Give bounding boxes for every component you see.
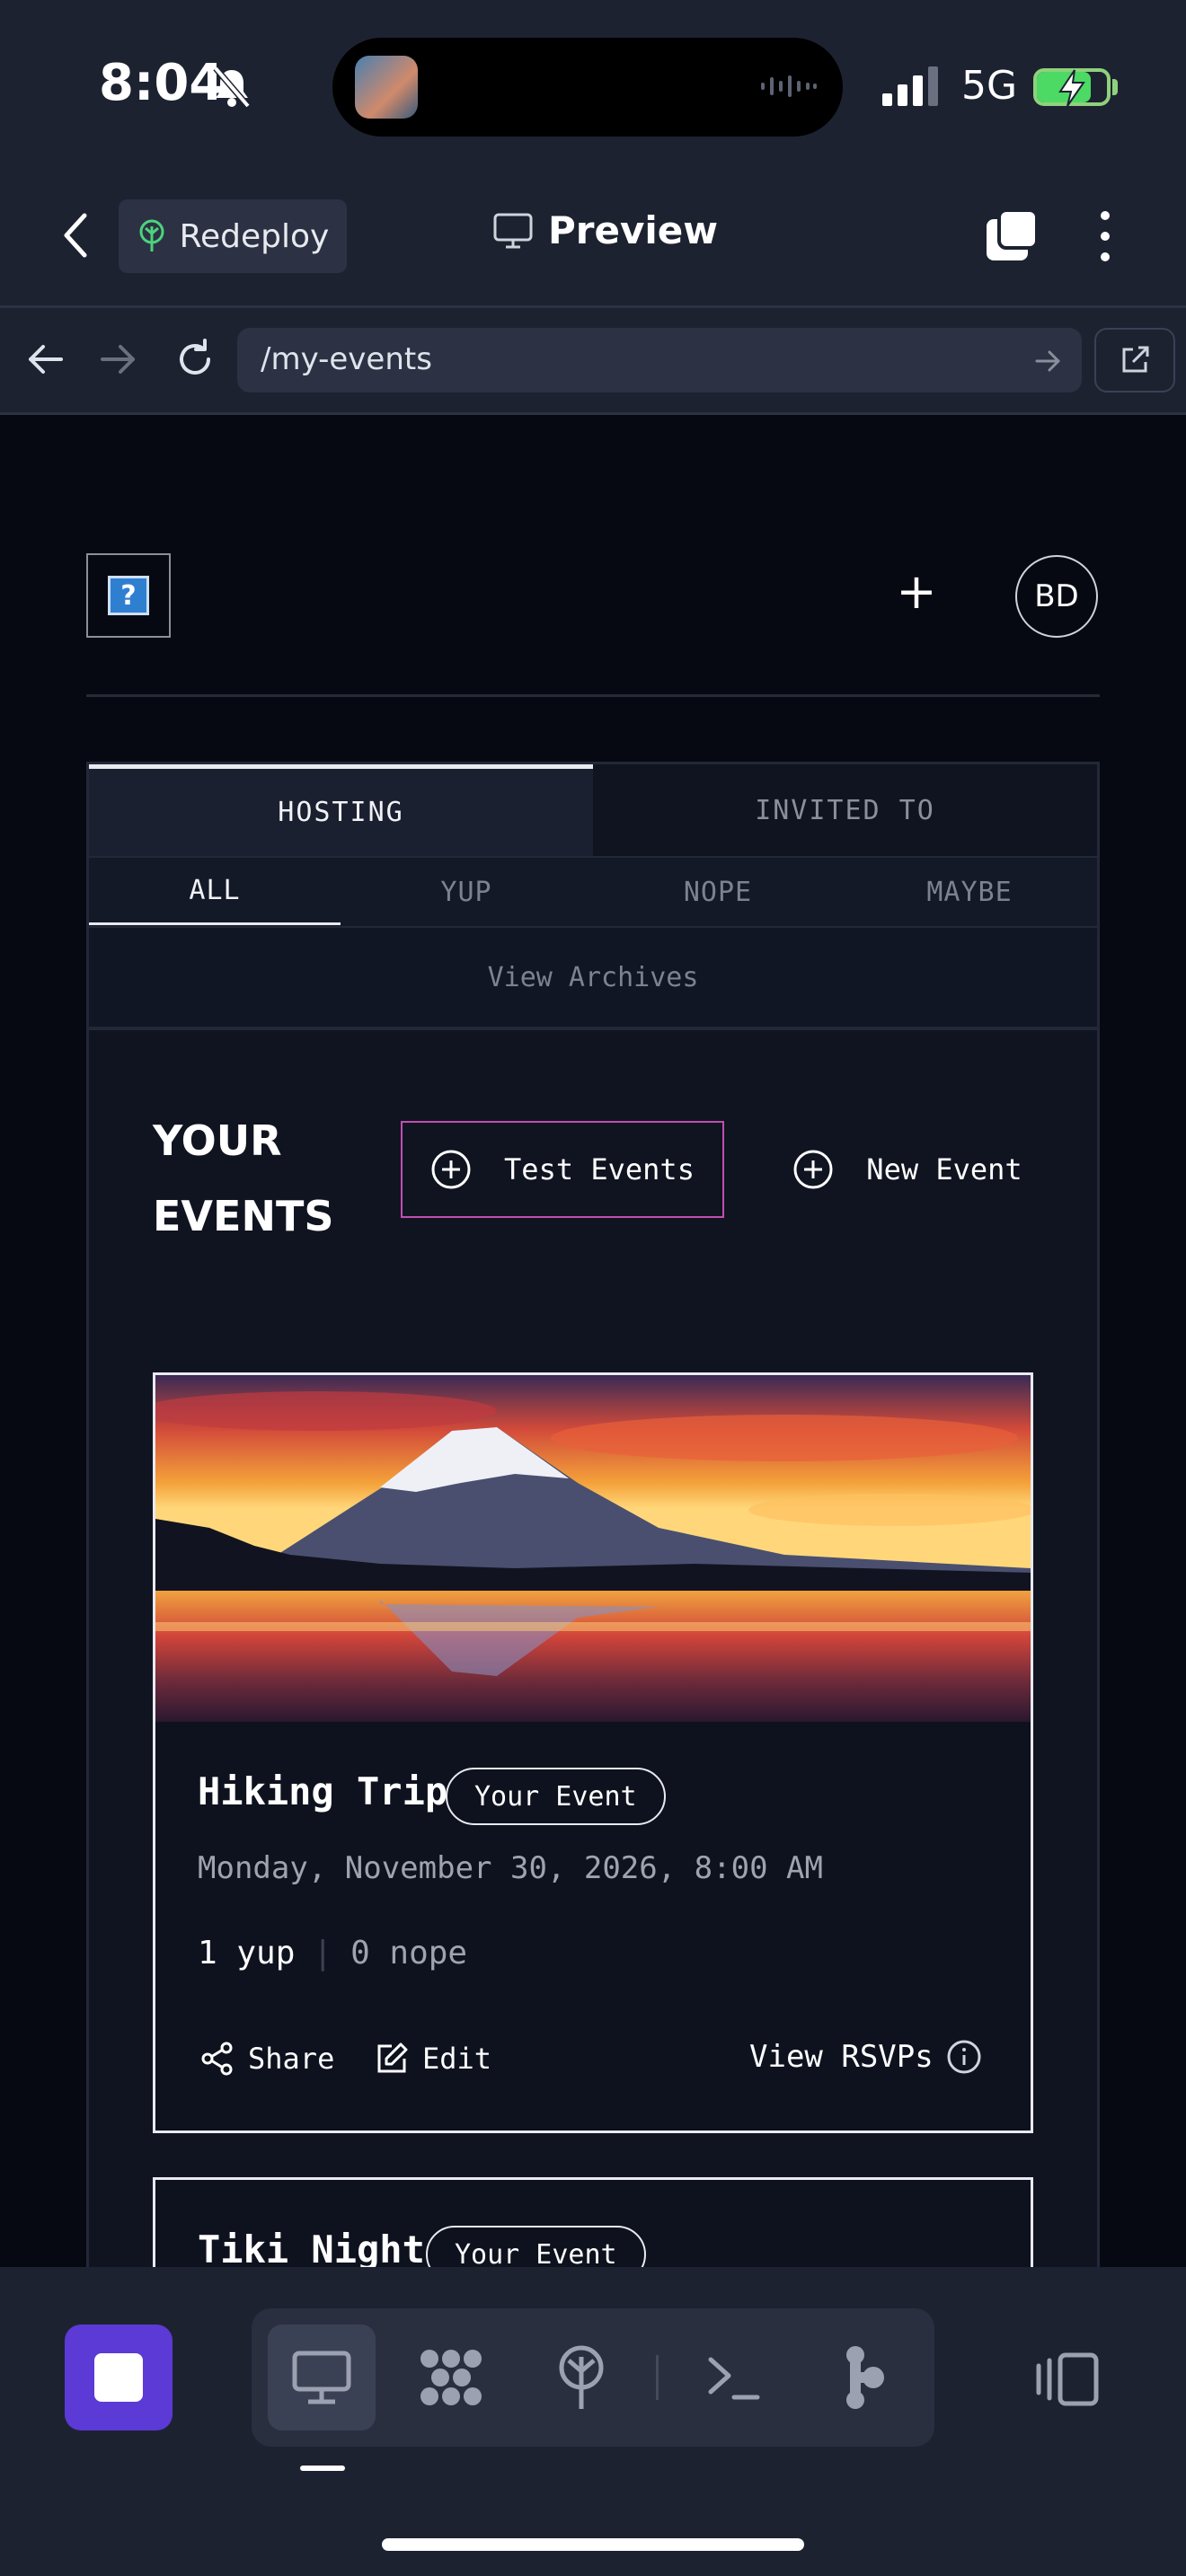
- event-cover-image: [155, 1375, 1031, 1722]
- broken-image-icon: ?: [108, 576, 149, 615]
- grid-icon: [420, 2350, 482, 2405]
- open-external-button[interactable]: [1094, 328, 1175, 393]
- edit-label: Edit: [422, 2042, 492, 2076]
- active-tool-indicator: [300, 2466, 345, 2471]
- header-divider: [86, 694, 1100, 697]
- status-time: 8:04: [99, 54, 225, 112]
- plus-circle-icon: [793, 1150, 833, 1189]
- subtab-maybe[interactable]: MAYBE: [844, 859, 1095, 925]
- desktop-icon: [292, 2351, 351, 2404]
- audio-wave-icon: [761, 75, 817, 97]
- share-label: Share: [248, 2042, 335, 2076]
- edit-icon: [377, 2042, 408, 2073]
- battery-tip: [1112, 79, 1118, 95]
- tabs-icon[interactable]: [983, 208, 1039, 264]
- event-title[interactable]: Hiking Trip: [198, 1769, 447, 1813]
- plus-circle-icon: [431, 1150, 471, 1189]
- subtab-nope[interactable]: NOPE: [592, 859, 844, 925]
- url-text: /my-events: [261, 341, 432, 377]
- heading-line-1: YOUR: [153, 1116, 282, 1165]
- new-event-button[interactable]: New Event: [773, 1121, 1042, 1218]
- add-button[interactable]: +: [890, 563, 943, 620]
- nope-count: 0 nope: [350, 1935, 468, 1972]
- rsvp-separator: |: [313, 1935, 333, 1972]
- view-rsvps-button[interactable]: View RSVPs: [749, 2039, 982, 2075]
- edit-button[interactable]: Edit: [374, 2041, 491, 2077]
- tab-invited-to[interactable]: INVITED TO: [593, 764, 1097, 856]
- share-nodes-icon: [846, 2346, 884, 2409]
- stop-icon: [94, 2353, 143, 2402]
- monitor-icon: [493, 213, 533, 248]
- share-icon: [201, 2042, 233, 2076]
- yup-count: 1 yup: [198, 1935, 296, 1972]
- tool-separator: [656, 2355, 659, 2400]
- layout-icon[interactable]: [1033, 2351, 1100, 2407]
- subtab-yup[interactable]: YUP: [341, 859, 592, 925]
- redeploy-label: Redeploy: [179, 217, 330, 255]
- user-avatar[interactable]: BD: [1015, 555, 1098, 638]
- rsvp-summary: 1 yup | 0 nope: [198, 1935, 467, 1972]
- event-title[interactable]: Tiki Night: [198, 2228, 425, 2272]
- more-vertical-icon[interactable]: [1087, 208, 1123, 264]
- share-button[interactable]: Share: [199, 2041, 334, 2077]
- tab-hosting[interactable]: HOSTING: [89, 764, 593, 856]
- redeploy-button[interactable]: Redeploy: [119, 199, 347, 273]
- arrow-right-icon[interactable]: [99, 340, 138, 379]
- bell-slash-icon: [213, 66, 251, 109]
- deploy-icon: [559, 2345, 604, 2409]
- workspace-tool-button[interactable]: [406, 2325, 496, 2430]
- event-date: Monday, November 30, 2026, 8:00 AM: [198, 1850, 823, 1886]
- terminal-icon: [708, 2357, 760, 2400]
- back-chevron-icon[interactable]: [54, 208, 99, 262]
- test-events-button[interactable]: Test Events: [401, 1121, 724, 1218]
- subtab-all[interactable]: ALL: [89, 859, 341, 925]
- your-events-heading: YOUR EVENTS: [153, 1103, 334, 1254]
- preview-title: Preview: [492, 208, 718, 252]
- new-event-label: New Event: [866, 1152, 1022, 1187]
- info-icon: [947, 2040, 981, 2074]
- open-external-icon: [1122, 346, 1149, 373]
- home-indicator: [382, 2538, 804, 2551]
- site-logo[interactable]: ?: [86, 553, 171, 638]
- network-type: 5G: [961, 63, 1018, 109]
- desktop-tool-button[interactable]: [268, 2325, 376, 2430]
- go-arrow-icon[interactable]: [1033, 347, 1064, 375]
- stop-button[interactable]: [65, 2325, 173, 2430]
- terminal-tool-button[interactable]: [689, 2325, 779, 2430]
- view-rsvps-label: View RSVPs: [749, 2039, 934, 2075]
- your-event-badge: Your Event: [446, 1768, 666, 1825]
- test-events-label: Test Events: [504, 1152, 695, 1187]
- reload-icon[interactable]: [173, 337, 217, 382]
- view-archives-link[interactable]: View Archives: [89, 926, 1097, 1030]
- preview-label: Preview: [548, 208, 719, 252]
- heading-line-2: EVENTS: [153, 1192, 334, 1240]
- arrow-left-icon[interactable]: [25, 340, 65, 379]
- connect-tool-button[interactable]: [818, 2325, 907, 2430]
- charging-bolt-icon: [1058, 69, 1085, 107]
- island-avatar: [355, 56, 418, 119]
- tree-icon: [139, 219, 164, 251]
- deploy-tool-button[interactable]: [536, 2325, 626, 2430]
- signal-icon: [882, 66, 938, 106]
